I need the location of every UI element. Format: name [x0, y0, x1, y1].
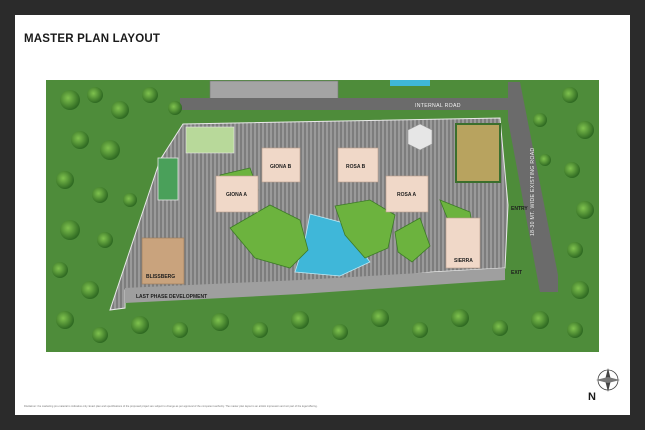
building-blissberg: BLISSBERG	[141, 237, 185, 285]
disclaimer-text: Disclaimer: the marketing pro-material i…	[24, 405, 318, 408]
svg-text:ROSA B: ROSA B	[346, 164, 366, 170]
entry-label: ENTRY	[511, 206, 528, 212]
building-rosa-a: ROSA A	[385, 175, 429, 213]
last-phase-label: LAST PHASE DEVELOPMENT	[136, 294, 207, 300]
tennis-court	[157, 157, 179, 201]
neighbour-building	[209, 80, 339, 100]
compass-rose	[596, 368, 620, 392]
building-sierra: SIERRA	[445, 217, 481, 269]
gazebo	[407, 123, 433, 151]
internal-road	[180, 98, 516, 110]
existing-road-label: 18-30 MT. WIDE EXISTING ROAD	[530, 147, 536, 236]
svg-text:SIERRA: SIERRA	[454, 258, 473, 264]
building-rosa-b: ROSA B	[337, 147, 379, 183]
svg-text:ROSA A: ROSA A	[397, 192, 416, 198]
sports-court	[455, 123, 501, 183]
svg-text:GIONA B: GIONA B	[270, 164, 292, 170]
court-area	[185, 126, 235, 154]
building-giona-b: GIONA B	[261, 147, 301, 183]
exit-label: EXIT	[511, 270, 522, 276]
internal-road-label: INTERNAL ROAD	[415, 103, 461, 109]
pool-top	[390, 80, 430, 86]
building-giona-a: GIONA A	[215, 175, 259, 213]
master-plan-map: INTERNAL ROAD 18-30 MT. WIDE EXISTING RO…	[46, 80, 620, 403]
compass-north-label: N	[588, 391, 596, 403]
svg-text:BLISSBERG: BLISSBERG	[146, 274, 175, 280]
svg-text:GIONA A: GIONA A	[226, 192, 247, 198]
